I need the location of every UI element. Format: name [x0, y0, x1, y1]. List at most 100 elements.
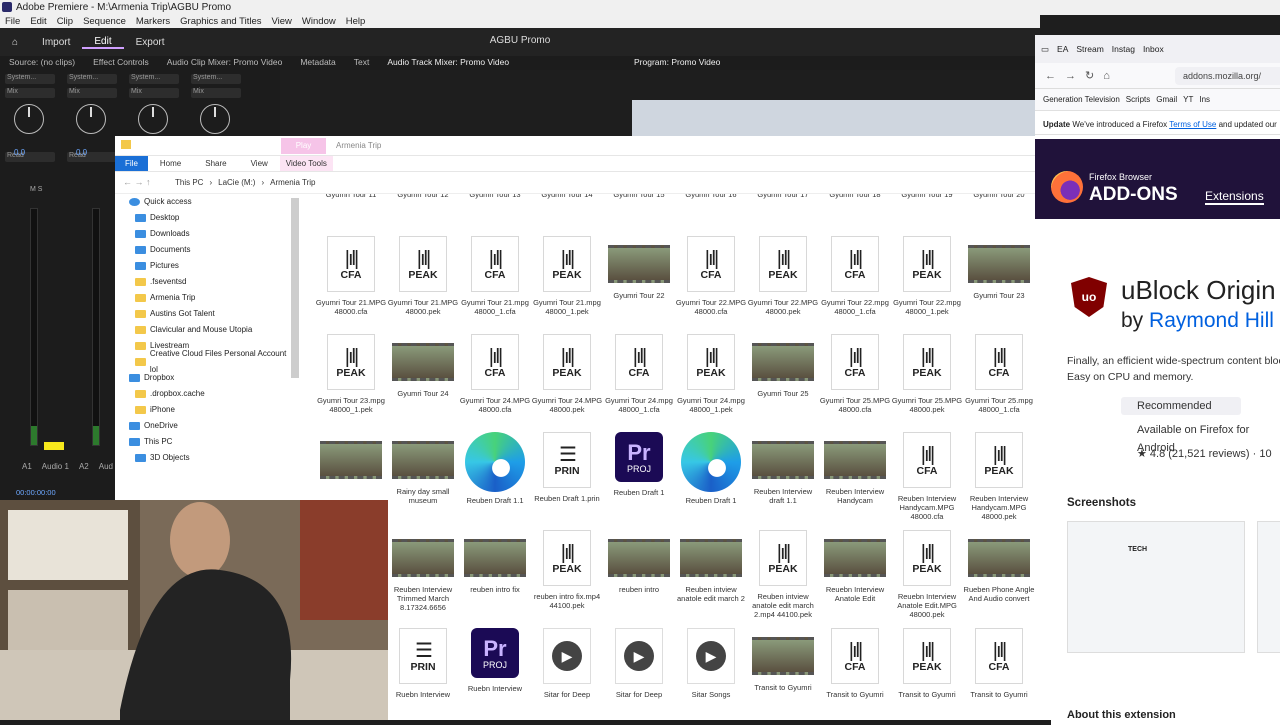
file-item[interactable]: |ıl| CFA Transit to Gyumri — [963, 628, 1035, 699]
device-dropdown[interactable]: System... — [5, 74, 55, 84]
tab-audio-clip-mixer[interactable]: Audio Clip Mixer: Promo Video — [158, 56, 292, 70]
file-item[interactable]: |ıl| PEAK Gyumri Tour 21.MPG 48000.pek — [387, 236, 459, 316]
nav-item[interactable]: Documents — [115, 242, 295, 258]
file-item[interactable]: |ıl| CFA Reuben Interview Handycam.MPG 480… — [891, 432, 963, 521]
ribbon-home[interactable]: Home — [148, 159, 193, 168]
tab-effect-controls[interactable]: Effect Controls — [84, 56, 158, 70]
nav-item[interactable]: Clavicular and Mouse Utopia — [115, 322, 295, 338]
file-item[interactable]: Reuben Draft 1 — [675, 432, 747, 505]
menu-window[interactable]: Window — [297, 15, 341, 28]
ribbon-video-tools[interactable]: Video Tools — [279, 156, 333, 171]
file-item[interactable]: |ıl| CFA Gyumri Tour 24.MPG 48000.cfa — [459, 334, 531, 414]
file-item[interactable]: ▶ Sitar Songs — [675, 628, 747, 699]
file-item[interactable]: |ıl| PEAK Gyumri Tour 24.MPG 48000.pek — [531, 334, 603, 414]
ribbon-file[interactable]: File — [115, 156, 148, 171]
ribbon-share[interactable]: Share — [193, 159, 238, 168]
file-item[interactable]: Transit to Gyumri — [747, 628, 819, 692]
volume-value[interactable]: 0.0 — [14, 148, 25, 157]
menu-graphics[interactable]: Graphics and Titles — [175, 15, 266, 28]
file-item[interactable]: Gyumri Tour 23 — [963, 236, 1035, 300]
nav-scrollbar[interactable] — [291, 198, 299, 378]
pan-knob[interactable] — [76, 104, 106, 134]
nav-item[interactable]: Pictures — [115, 258, 295, 274]
menu-sequence[interactable]: Sequence — [78, 15, 131, 28]
file-item[interactable]: Gyumri Tour 13 — [459, 194, 531, 199]
nav-item[interactable]: Desktop — [115, 210, 295, 226]
file-item[interactable]: Gyumri Tour 19 — [891, 194, 963, 199]
file-item[interactable]: Reuben intview anatole edit march 2 — [675, 530, 747, 603]
file-item[interactable]: Pr PROJ Reuben Draft 1 — [603, 432, 675, 497]
file-item[interactable]: |ıl| PEAK Gyumri Tour 24.mpg 48000_1.pek — [675, 334, 747, 414]
file-item[interactable]: |ıl| CFA Gyumri Tour 21.MPG 48000.cfa — [315, 236, 387, 316]
file-item[interactable]: Reuben Interview draft 1.1 — [747, 432, 819, 505]
file-item[interactable]: |ıl| PEAK Reuben intview anatole edit marc… — [747, 530, 819, 619]
tab-inbox[interactable]: Inbox — [1143, 44, 1164, 54]
nav-item[interactable]: .dropbox.cache — [115, 386, 295, 402]
author-link[interactable]: Raymond Hill — [1149, 309, 1274, 332]
file-item[interactable]: Gyumri Tour 25 — [747, 334, 819, 398]
file-item[interactable]: Gyumri Tour 18 — [819, 194, 891, 199]
menu-file[interactable]: File — [0, 15, 25, 28]
nav-item[interactable]: Austins Got Talent — [115, 306, 295, 322]
program-monitor-title[interactable]: Program: Promo Video — [632, 56, 1040, 70]
file-item[interactable]: ▶ Sitar for Deep — [603, 628, 675, 699]
file-item[interactable]: |ıl| PEAK Gyumri Tour 21.mpg 48000_1.pek — [531, 236, 603, 316]
file-item[interactable]: Gyumri Tour 15 — [603, 194, 675, 199]
android-availability[interactable]: Available on Firefox for Android — [1121, 421, 1280, 454]
mix-dropdown[interactable]: Mix — [129, 88, 179, 98]
read-dropdown[interactable]: Read — [67, 152, 117, 162]
file-item[interactable]: |ıl| CFA Gyumri Tour 25.mpg 48000_1.cfa — [963, 334, 1035, 414]
volume-value[interactable]: 0.0 — [76, 148, 87, 157]
url-bar[interactable]: addons.mozilla.org/ — [1175, 67, 1280, 85]
tab-source[interactable]: Source: (no clips) — [0, 56, 84, 70]
device-dropdown[interactable]: System... — [129, 74, 179, 84]
terms-link[interactable]: Terms of Use — [1169, 120, 1216, 129]
file-item[interactable]: Gyumri Tour 14 — [531, 194, 603, 199]
nav-item[interactable]: OneDrive — [115, 418, 295, 434]
file-item[interactable]: |ıl| PEAK Transit to Gyumri — [891, 628, 963, 699]
menu-view[interactable]: View — [267, 15, 297, 28]
pan-knob[interactable] — [200, 104, 230, 134]
file-item[interactable]: Rueben Phone Angle And Audio convert — [963, 530, 1035, 603]
file-item[interactable]: |ıl| PEAK reuben intro fix.mp4 44100.pek — [531, 530, 603, 610]
crumb-armenia-trip[interactable]: Armenia Trip — [270, 178, 315, 187]
bookmark-ins[interactable]: Ins — [1199, 95, 1210, 104]
nav-item[interactable]: Quick access — [115, 194, 295, 210]
file-item[interactable]: |ıl| CFA Transit to Gyumri — [819, 628, 891, 699]
file-item[interactable]: |ıl| PEAK Reuben Interview Handycam.MPG 48… — [963, 432, 1035, 521]
mix-dropdown[interactable]: Mix — [191, 88, 241, 98]
menu-help[interactable]: Help — [341, 15, 371, 28]
menu-edit[interactable]: Edit — [25, 15, 51, 28]
screenshot-thumbnail[interactable]: TECH — [1067, 521, 1245, 653]
bookmark-scripts[interactable]: Scripts — [1126, 95, 1150, 104]
file-item[interactable]: ☰ PRIN Ruebn Interview — [387, 628, 459, 699]
nav-item[interactable]: Downloads — [115, 226, 295, 242]
file-item[interactable]: Pr PROJ Ruebn Interview — [459, 628, 531, 693]
mix-dropdown[interactable]: Mix — [67, 88, 117, 98]
file-item[interactable]: Gyumri Tour 11 — [315, 194, 387, 199]
file-item[interactable]: Gyumri Tour 22 — [603, 236, 675, 300]
pan-knob[interactable] — [14, 104, 44, 134]
play-context-tab[interactable]: Play — [281, 138, 326, 154]
address-bar[interactable]: ← → ↑ This PC › LaCie (M:) › Armenia Trip — [115, 172, 1035, 194]
file-item[interactable]: |ıl| PEAK Gyumri Tour 25.MPG 48000.pek — [891, 334, 963, 414]
recommended-badge[interactable]: Recommended — [1121, 397, 1241, 415]
nav-extensions[interactable]: Extensions — [1205, 189, 1264, 205]
file-item[interactable]: Reuben Interview Trimmed March 8.17324.6… — [387, 530, 459, 612]
read-dropdown[interactable]: Read — [5, 152, 55, 162]
file-item[interactable]: |ıl| CFA Gyumri Tour 24.mpg 48000_1.cfa — [603, 334, 675, 414]
menu-markers[interactable]: Markers — [131, 15, 175, 28]
tab-stream[interactable]: Stream — [1076, 44, 1103, 54]
file-item[interactable]: ▶ Sitar for Deep — [531, 628, 603, 699]
file-item[interactable]: Gyumri Tour 17 — [747, 194, 819, 199]
nav-item[interactable]: 3D Objects — [115, 450, 295, 466]
pan-knob[interactable] — [138, 104, 168, 134]
tab-audio-track-mixer[interactable]: Audio Track Mixer: Promo Video — [378, 56, 518, 70]
file-item[interactable]: |ıl| PEAK Reuebn Interview Anatole Edit.MP… — [891, 530, 963, 619]
device-dropdown[interactable]: System... — [67, 74, 117, 84]
file-item[interactable]: reuben intro — [603, 530, 675, 594]
nav-item[interactable]: Creative Cloud Files Personal Account lo… — [115, 349, 295, 374]
screenshot-thumbnail[interactable] — [1257, 521, 1280, 653]
ribbon-view[interactable]: View — [239, 159, 280, 168]
crumb-lacie[interactable]: LaCie (M:) — [218, 178, 255, 187]
